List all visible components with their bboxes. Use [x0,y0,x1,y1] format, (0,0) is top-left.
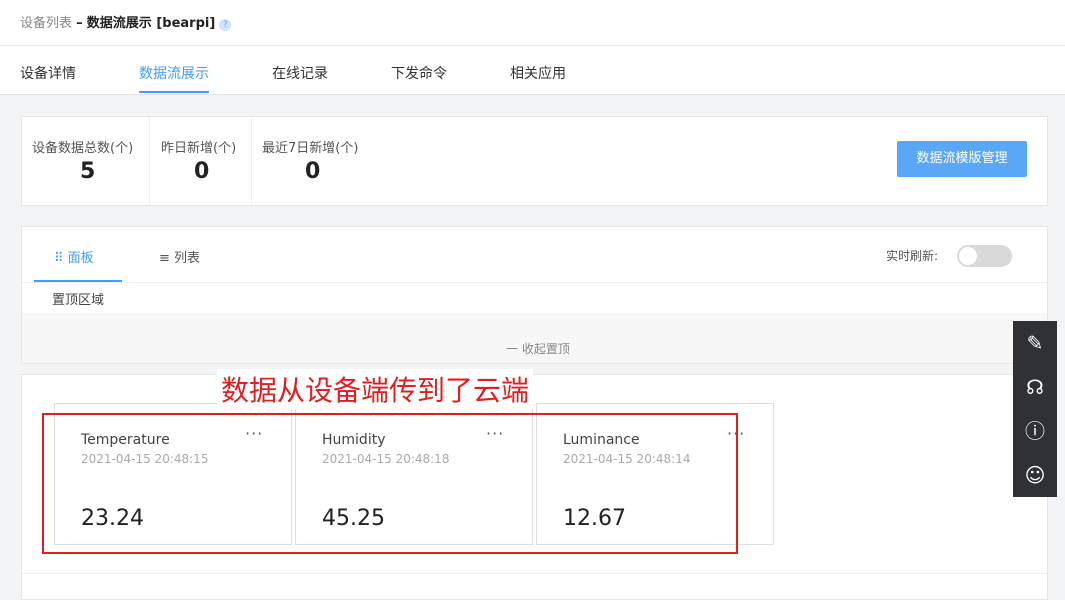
stat-7days-value: 0 [305,159,321,184]
breadcrumb-parent[interactable]: 设备列表 [20,16,72,31]
collapse-pinned-link[interactable]: 一 收起置顶 [506,340,570,357]
stat-total-value: 5 [80,159,96,184]
pinned-area-label: 置顶区域 [52,293,105,308]
list-tab-label: 列表 [174,251,201,266]
tab-related-apps[interactable]: 相关应用 [510,63,566,83]
refresh-label: 实时刷新: [886,249,939,263]
view-list-tab[interactable]: ≡ 列表 [159,247,200,266]
panel-tab-label: 面板 [67,251,94,266]
stat-total-label: 设备数据总数(个) [32,141,134,156]
divider [22,573,1047,574]
view-panel-tab[interactable]: ⠿ 面板 [54,247,94,266]
divider [149,117,150,205]
annotation-box [42,413,738,554]
help-icon[interactable]: ? [219,19,232,31]
users-icon[interactable]: ☺ [1013,453,1057,497]
page-title: 数据流展示 [bearpi] [86,16,216,31]
tab-online-records[interactable]: 在线记录 [272,63,328,83]
datapoint-panel: Temperature 2021-04-15 20:48:15 23.24 ··… [21,369,1048,600]
active-tab-indicator [139,91,209,93]
side-toolbar: ✎ ☊ ⓘ ☺ [1013,321,1057,497]
toggle-knob [959,247,977,265]
stat-yesterday-value: 0 [194,159,210,184]
view-panel: ⠿ 面板 ≡ 列表 实时刷新: 置顶区域 一 收起置顶 [21,226,1048,364]
refresh-toggle[interactable] [957,245,1012,267]
help-circle-icon[interactable]: ⓘ [1013,409,1057,453]
divider [251,117,252,205]
edit-icon[interactable]: ✎ [1013,321,1057,365]
tab-bar: 设备详情 数据流展示 在线记录 下发命令 相关应用 [0,46,1065,95]
divider [22,282,1047,283]
stat-yesterday-label: 昨日新增(个) [161,141,237,156]
tab-commands[interactable]: 下发命令 [391,63,447,83]
stat-7days-label: 最近7日新增(个) [262,141,359,156]
headset-icon[interactable]: ☊ [1013,365,1057,409]
stats-panel: 设备数据总数(个) 5 昨日新增(个) 0 最近7日新增(个) 0 数据流模版管… [21,116,1048,206]
breadcrumb: 设备列表 – 数据流展示 [bearpi] ? [20,12,232,31]
tab-datastream[interactable]: 数据流展示 [139,63,209,83]
annotation-text: 数据从设备端传到了云端 [217,369,534,409]
tab-device-details[interactable]: 设备详情 [20,63,76,83]
list-icon: ≡ [159,251,170,266]
grid-icon: ⠿ [54,251,64,266]
breadcrumb-sep: – [76,16,83,31]
template-manage-button[interactable]: 数据流模版管理 [897,141,1027,177]
